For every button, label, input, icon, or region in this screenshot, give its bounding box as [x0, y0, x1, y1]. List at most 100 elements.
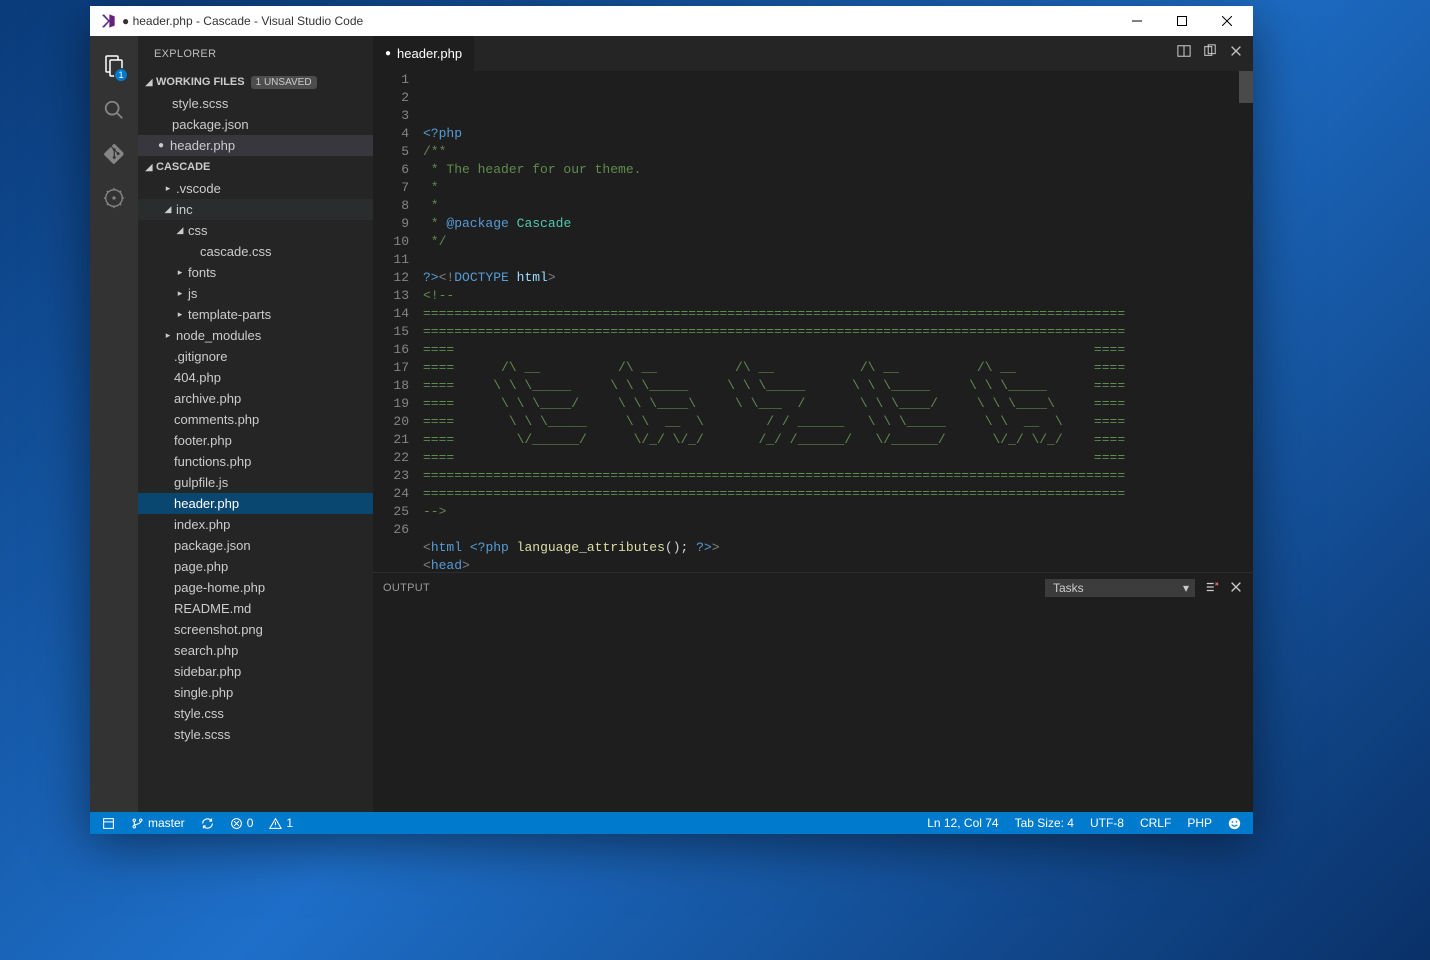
code-line[interactable]: --> [423, 503, 1253, 521]
tree-file[interactable]: page-home.php [138, 577, 373, 598]
explorer-badge: 1 [114, 68, 128, 82]
activity-explorer-icon[interactable]: 1 [90, 44, 138, 88]
code-line[interactable]: ==== ==== [423, 341, 1253, 359]
code-line[interactable]: ========================================… [423, 467, 1253, 485]
tree-file[interactable]: sidebar.php [138, 661, 373, 682]
tree-folder[interactable]: ◢css [138, 220, 373, 241]
minimap-scrollbar[interactable] [1239, 71, 1253, 103]
status-language[interactable]: PHP [1183, 812, 1216, 834]
line-number: 17 [373, 359, 409, 377]
tree-folder[interactable]: ▸fonts [138, 262, 373, 283]
line-number: 3 [373, 107, 409, 125]
tree-file[interactable]: cascade.css [138, 241, 373, 262]
minimize-button[interactable] [1114, 6, 1159, 36]
chevron-down-icon: ◢ [162, 204, 174, 215]
status-window-icon[interactable] [98, 812, 119, 834]
tree-file[interactable]: package.json [138, 535, 373, 556]
activity-search-icon[interactable] [90, 88, 138, 132]
code-line[interactable]: <!-- [423, 287, 1253, 305]
line-number: 12 [373, 269, 409, 287]
tree-file[interactable]: gulpfile.js [138, 472, 373, 493]
working-files-header[interactable]: ◢ WORKING FILES 1 UNSAVED [138, 71, 373, 93]
line-number-gutter: 1234567891011121314151617181920212223242… [373, 71, 423, 572]
tree-folder[interactable]: ▸js [138, 283, 373, 304]
working-file-item[interactable]: package.json [138, 114, 373, 135]
tab-label: header.php [397, 46, 462, 61]
tree-file[interactable]: 404.php [138, 367, 373, 388]
tree-folder[interactable]: ▸template-parts [138, 304, 373, 325]
tree-file[interactable]: screenshot.png [138, 619, 373, 640]
tree-file[interactable]: header.php [138, 493, 373, 514]
code-content[interactable]: ▸ <?php/** * The header for our theme. *… [423, 71, 1253, 572]
vscode-app-icon [100, 13, 116, 29]
code-line[interactable]: ==== \ \ \____/ \ \ \____\ \ \___ / \ \ … [423, 395, 1253, 413]
close-button[interactable] [1204, 6, 1249, 36]
maximize-button[interactable] [1159, 6, 1204, 36]
status-warnings[interactable]: 1 [265, 812, 297, 834]
code-line[interactable]: ?><!DOCTYPE html> [423, 269, 1253, 287]
tree-file[interactable]: style.css [138, 703, 373, 724]
tab-header-php[interactable]: ● header.php [373, 36, 475, 71]
status-encoding[interactable]: UTF-8 [1086, 812, 1128, 834]
activity-git-icon[interactable] [90, 132, 138, 176]
code-line[interactable]: * @package Cascade [423, 215, 1253, 233]
line-number: 24 [373, 485, 409, 503]
tree-file[interactable]: .gitignore [138, 346, 373, 367]
tree-file[interactable]: archive.php [138, 388, 373, 409]
tree-folder[interactable]: ◢inc [138, 199, 373, 220]
code-line[interactable]: ==== /\ __ /\ __ /\ __ /\ __ /\ __ ==== [423, 359, 1253, 377]
code-line[interactable]: <?php [423, 125, 1253, 143]
more-actions-icon[interactable] [1203, 44, 1217, 63]
code-line[interactable]: ==== \/______/ \/_/ \/_/ /_/ /______/ \/… [423, 431, 1253, 449]
titlebar[interactable]: ● header.php - Cascade - Visual Studio C… [90, 6, 1253, 36]
status-errors[interactable]: 0 [226, 812, 258, 834]
line-number: 7 [373, 179, 409, 197]
code-line[interactable]: * [423, 197, 1253, 215]
code-line[interactable]: * [423, 179, 1253, 197]
tree-file[interactable]: functions.php [138, 451, 373, 472]
status-git-branch[interactable]: master [127, 812, 189, 834]
tree-file[interactable]: footer.php [138, 430, 373, 451]
tree-file[interactable]: comments.php [138, 409, 373, 430]
close-panel-icon[interactable] [1229, 580, 1243, 597]
code-line[interactable]: */ [423, 233, 1253, 251]
split-editor-icon[interactable] [1177, 44, 1191, 63]
tree-folder[interactable]: ▸node_modules [138, 325, 373, 346]
code-line[interactable]: ========================================… [423, 323, 1253, 341]
working-file-item[interactable]: style.scss [138, 93, 373, 114]
code-line[interactable]: ==== ==== [423, 449, 1253, 467]
working-file-item[interactable]: header.php [138, 135, 373, 156]
code-line[interactable]: <head> [423, 557, 1253, 572]
code-line[interactable]: <html <?php language_attributes(); ?>> [423, 539, 1253, 557]
status-tab-size[interactable]: Tab Size: 4 [1011, 812, 1078, 834]
code-line[interactable]: /** [423, 143, 1253, 161]
code-line[interactable]: ========================================… [423, 485, 1253, 503]
tree-file[interactable]: index.php [138, 514, 373, 535]
status-cursor-position[interactable]: Ln 12, Col 74 [923, 812, 1002, 834]
activity-debug-icon[interactable] [90, 176, 138, 220]
tree-file[interactable]: README.md [138, 598, 373, 619]
output-channel-select[interactable]: Tasks ▾ [1045, 579, 1195, 597]
tree-folder[interactable]: ▸.vscode [138, 178, 373, 199]
tree-file[interactable]: style.scss [138, 724, 373, 745]
line-number: 23 [373, 467, 409, 485]
status-eol[interactable]: CRLF [1136, 812, 1175, 834]
status-sync-icon[interactable] [197, 812, 218, 834]
line-number: 16 [373, 341, 409, 359]
code-editor[interactable]: 1234567891011121314151617181920212223242… [373, 71, 1253, 572]
code-line[interactable]: ==== \ \ \_____ \ \ __ \ / / ______ \ \ … [423, 413, 1253, 431]
tree-file[interactable]: page.php [138, 556, 373, 577]
close-editor-icon[interactable] [1229, 44, 1243, 63]
clear-output-icon[interactable] [1205, 580, 1219, 597]
status-feedback-icon[interactable] [1224, 812, 1245, 834]
code-line[interactable]: ========================================… [423, 305, 1253, 323]
code-line[interactable] [423, 521, 1253, 539]
code-line[interactable]: * The header for our theme. [423, 161, 1253, 179]
tree-file[interactable]: search.php [138, 640, 373, 661]
project-header[interactable]: ◢ CASCADE [138, 156, 373, 178]
code-line[interactable]: ==== \ \ \_____ \ \ \_____ \ \ \_____ \ … [423, 377, 1253, 395]
line-number: 25 [373, 503, 409, 521]
tree-file[interactable]: single.php [138, 682, 373, 703]
code-line[interactable] [423, 251, 1253, 269]
explorer-sidebar: EXPLORER ◢ WORKING FILES 1 UNSAVED style… [138, 36, 373, 812]
